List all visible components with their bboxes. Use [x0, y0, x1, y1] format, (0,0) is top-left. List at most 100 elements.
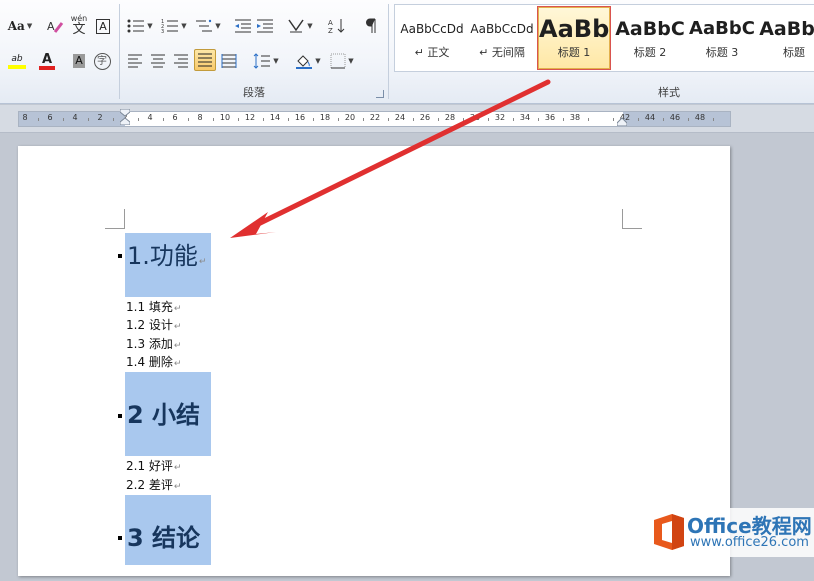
ruler-minor-tick — [112, 118, 114, 121]
paragraph-mark: ↵ — [173, 482, 182, 492]
ruler-tick-label: 4 — [147, 113, 153, 122]
list-item[interactable]: 1.1 填充↵ — [126, 298, 181, 318]
distributed-button[interactable] — [218, 50, 240, 72]
ruler-tick-label: 32 — [494, 113, 506, 122]
list-item[interactable]: 1.2 设计↵ — [126, 316, 181, 336]
paint-bucket-icon — [296, 55, 313, 69]
font-color-button[interactable]: A — [32, 50, 62, 72]
enclose-characters-icon: 字 — [93, 52, 111, 70]
ruler-tick-label: 38 — [569, 113, 581, 122]
character-shading-button[interactable]: A — [70, 50, 88, 72]
heading-1[interactable]: 1.功能↵ — [125, 233, 211, 297]
ruler-minor-tick — [137, 118, 139, 121]
heading-text: 3 结论 — [127, 524, 201, 552]
list-item[interactable]: 2.1 好评↵ — [126, 457, 181, 477]
list-item-text: 1.3 添加 — [126, 337, 173, 351]
heading-2[interactable]: 2 小结 — [125, 372, 211, 456]
style-heading-3[interactable]: AaBbC 标题 3 — [687, 8, 757, 68]
align-left-button[interactable] — [124, 50, 146, 72]
horizontal-ruler[interactable]: 8642246810121416182022242628303234363842… — [18, 109, 731, 127]
heading-bullet — [118, 254, 122, 258]
numbering-button[interactable]: 1 2 3 ▼ — [158, 15, 190, 37]
style-no-spacing[interactable]: AaBbCcDd ↵ 无间隔 — [467, 8, 537, 68]
style-name: ↵ 无间隔 — [479, 46, 525, 59]
heading-3[interactable]: 3 结论 — [125, 495, 211, 565]
svg-text:3: 3 — [161, 29, 164, 34]
heading-text: 2 小结 — [127, 401, 201, 429]
ruler-minor-tick — [62, 118, 64, 121]
ruler-tick-label: 18 — [319, 113, 331, 122]
align-right-button[interactable] — [170, 50, 192, 72]
phonetic-guide-icon: 文 — [72, 21, 86, 37]
ruler-tick-label: 14 — [269, 113, 281, 122]
first-line-indent-marker[interactable] — [120, 109, 130, 125]
style-name: 标题 3 — [705, 46, 739, 59]
ruler-tick-label: 22 — [369, 113, 381, 122]
list-item[interactable]: 1.3 添加↵ — [126, 335, 181, 355]
style-title[interactable]: AaBbC 标题 — [759, 8, 814, 68]
style-normal[interactable]: AaBbCcDd ↵ 正文 — [397, 8, 467, 68]
decrease-indent-button[interactable] — [232, 15, 254, 37]
line-spacing-button[interactable]: ▼ — [250, 50, 282, 72]
ruler-tick-label: 20 — [344, 113, 356, 122]
list-item[interactable]: 1.4 删除↵ — [126, 353, 181, 373]
ruler-tick-label: 8 — [22, 113, 28, 122]
right-indent-marker[interactable] — [617, 116, 627, 126]
list-item-text: 1.4 删除 — [126, 355, 173, 369]
svg-text:A: A — [47, 20, 55, 33]
ruler-minor-tick — [287, 118, 289, 121]
borders-button[interactable]: ▼ — [326, 50, 358, 72]
align-center-button[interactable] — [147, 50, 169, 72]
justify-button[interactable] — [194, 49, 216, 71]
paragraph-dialog-launcher[interactable] — [376, 90, 384, 98]
chinese-layout-button[interactable]: ▼ — [284, 15, 316, 37]
ruler-tick-label: 44 — [644, 113, 656, 122]
ruler-tick-label: 30 — [469, 113, 481, 122]
ruler-tick-label: 12 — [244, 113, 256, 122]
ruler-tick-label: 28 — [444, 113, 456, 122]
style-name: ↵ 正文 — [414, 46, 450, 59]
ruler-minor-tick — [612, 118, 614, 121]
bullets-button[interactable]: ▼ — [124, 15, 156, 37]
phonetic-guide-button[interactable]: wén 文 — [68, 12, 90, 38]
office-logo-icon — [654, 514, 684, 550]
ruler-minor-tick — [487, 118, 489, 121]
ruler-tick-label: 10 — [219, 113, 231, 122]
text-highlight-button[interactable]: ab — [2, 50, 32, 72]
style-name: 标题 1 — [557, 46, 591, 59]
style-preview: AaBbCcDd — [470, 22, 534, 36]
borders-icon — [330, 53, 346, 69]
ruler-tick-label: 48 — [694, 113, 706, 122]
list-item-text: 2.2 差评 — [126, 478, 173, 492]
character-border-button[interactable]: A — [94, 15, 112, 37]
ruler-tick-label: 6 — [172, 113, 178, 122]
document-page[interactable]: 1.功能↵ 1.1 填充↵ 1.2 设计↵ 1.3 添加↵ 1.4 删除↵ 2 … — [18, 146, 730, 576]
list-item[interactable]: 2.2 差评↵ — [126, 476, 181, 496]
increase-indent-button[interactable] — [254, 15, 276, 37]
highlighter-icon: ab — [11, 54, 23, 64]
clear-formatting-button[interactable]: A — [44, 15, 66, 37]
style-heading-2[interactable]: AaBbC 标题 2 — [615, 8, 685, 68]
style-heading-1[interactable]: AaBb 标题 1 — [537, 6, 611, 70]
multilevel-list-button[interactable]: ▼ — [192, 15, 224, 37]
ruler-minor-tick — [562, 118, 564, 121]
paragraph-mark: ↵ — [173, 304, 182, 314]
show-formatting-marks-button[interactable] — [360, 15, 382, 37]
ruler-minor-tick — [362, 118, 364, 121]
ruler-minor-tick — [162, 118, 164, 121]
font-color-icon: A — [41, 51, 53, 67]
ruler-tick-label: 26 — [419, 113, 431, 122]
ruler-minor-tick — [312, 118, 314, 121]
change-case-button[interactable]: Aa ▼ — [6, 15, 34, 37]
ruler-tick-label: 16 — [294, 113, 306, 122]
sort-button[interactable]: AZ — [326, 15, 348, 37]
ruler-minor-tick — [212, 118, 214, 121]
list-item-text: 2.1 好评 — [126, 459, 173, 473]
enclose-characters-button[interactable]: 字 — [92, 50, 112, 72]
ruler-minor-tick — [187, 118, 189, 121]
character-shading-icon: A — [73, 54, 85, 68]
style-preview: AaBb — [539, 15, 610, 43]
shading-button[interactable]: ▼ — [292, 50, 324, 72]
ruler-minor-tick — [87, 118, 89, 121]
ruler-tick-label: 6 — [47, 113, 53, 122]
